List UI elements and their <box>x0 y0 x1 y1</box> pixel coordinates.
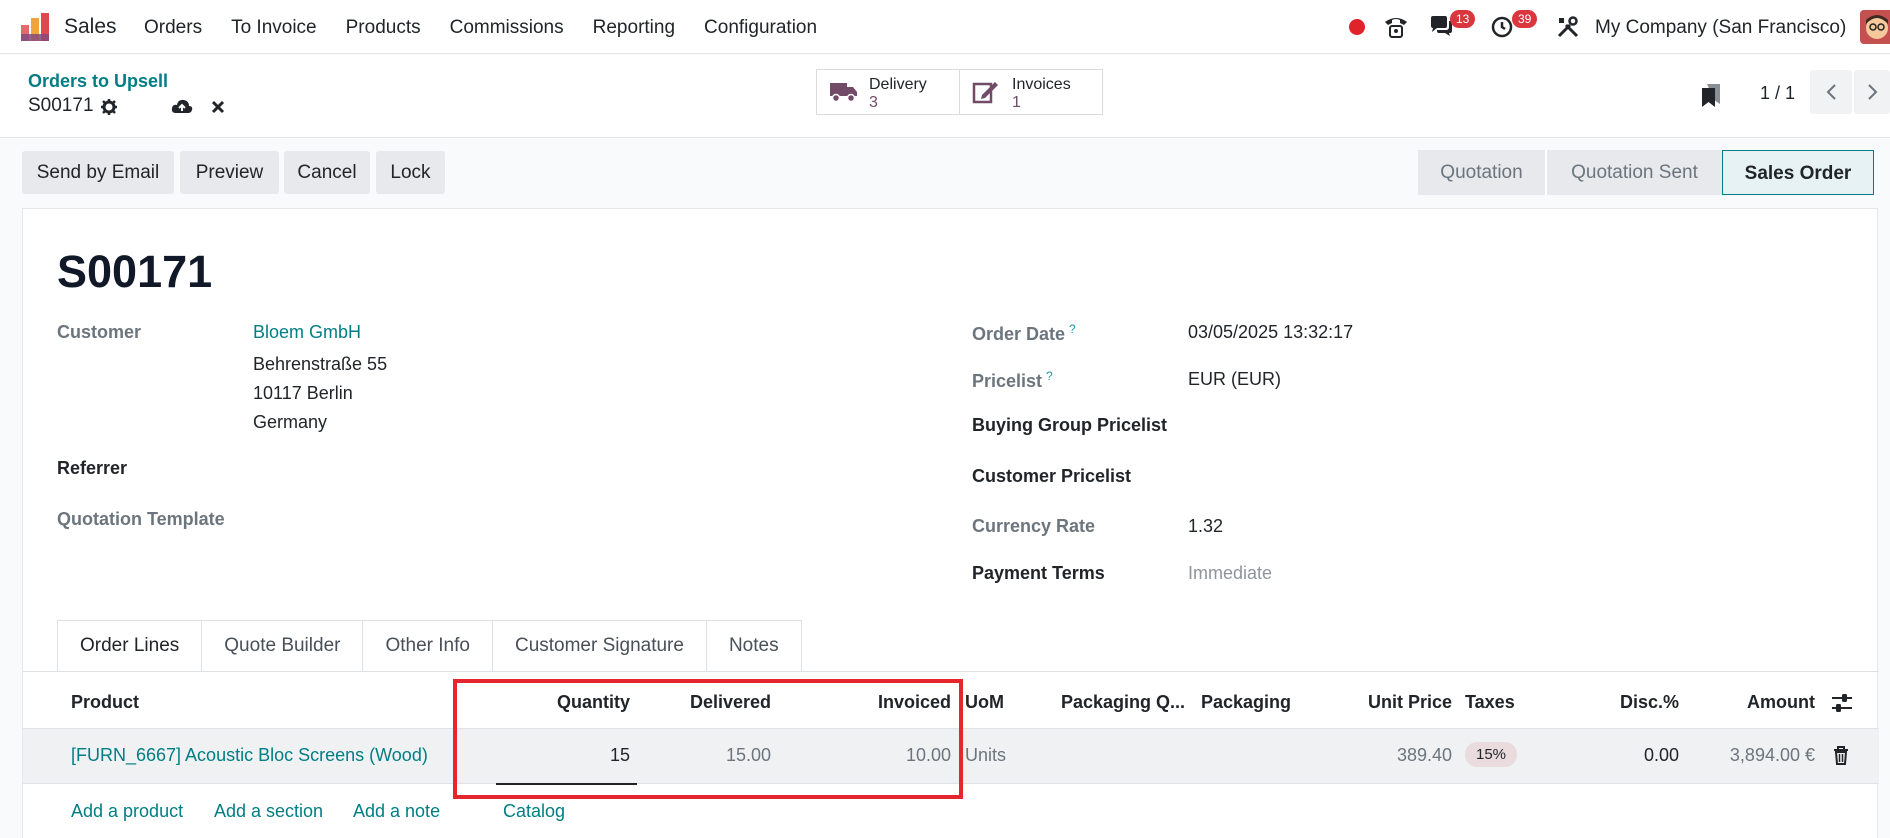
menu-to-invoice[interactable]: To Invoice <box>231 17 317 39</box>
menu-orders[interactable]: Orders <box>144 17 202 39</box>
user-avatar-icon <box>1860 10 1890 44</box>
address-line-3: Germany <box>253 412 328 432</box>
add-section-link[interactable]: Add a section <box>214 801 323 822</box>
optional-columns-icon[interactable] <box>1831 693 1853 713</box>
col-uom[interactable]: UoM <box>965 692 1004 713</box>
preview-button[interactable]: Preview <box>180 151 279 194</box>
main-menu: Orders To Invoice Products Commissions R… <box>144 17 846 39</box>
menu-products[interactable]: Products <box>346 17 421 39</box>
sales-app-logo-icon[interactable] <box>20 12 50 42</box>
row-unit-price[interactable]: 389.40 <box>1323 745 1452 766</box>
quotation-template-label: Quotation Template <box>57 509 225 529</box>
tab-notes[interactable]: Notes <box>706 620 802 672</box>
phone-icon[interactable] <box>1383 14 1409 40</box>
pager-next-button[interactable] <box>1854 70 1890 114</box>
payment-terms-label: Payment Terms <box>972 563 1105 583</box>
tab-divider <box>23 671 1879 672</box>
pager-previous-button[interactable] <box>1810 70 1852 114</box>
tax-tag[interactable]: 15% <box>1465 742 1518 767</box>
activities-button[interactable]: 39 <box>1490 10 1538 42</box>
order-date-field[interactable]: 03/05/2025 13:32:17 <box>1188 322 1353 343</box>
customer-pricelist-label: Customer Pricelist <box>972 466 1132 486</box>
delivery-smart-button[interactable]: Delivery 3 <box>816 69 960 115</box>
col-taxes[interactable]: Taxes <box>1465 692 1515 713</box>
add-product-link[interactable]: Add a product <box>71 801 183 822</box>
app-name[interactable]: Sales <box>64 15 117 39</box>
cloud-upload-icon[interactable] <box>171 98 193 116</box>
invoices-label: Invoices <box>1012 76 1071 93</box>
highlight-annotation-box <box>453 679 963 799</box>
col-packaging-qty[interactable]: Packaging Q... <box>1061 692 1185 713</box>
col-product[interactable]: Product <box>71 692 139 713</box>
user-avatar[interactable] <box>1860 10 1890 44</box>
pager-value[interactable]: 1 / 1 <box>1760 83 1795 104</box>
menu-reporting[interactable]: Reporting <box>593 17 675 39</box>
help-icon[interactable]: ? <box>1069 322 1076 336</box>
pricelist-label: Pricelist? <box>972 369 1053 391</box>
row-product[interactable]: [FURN_6667] Acoustic Bloc Screens (Wood) <box>71 745 428 766</box>
notebook-tabs: Order Lines Quote Builder Other Info Cus… <box>57 620 802 672</box>
help-icon[interactable]: ? <box>1046 369 1053 383</box>
col-unit-price[interactable]: Unit Price <box>1323 692 1452 713</box>
tab-quote-builder[interactable]: Quote Builder <box>202 620 364 672</box>
tab-order-lines[interactable]: Order Lines <box>57 620 203 672</box>
clock-icon <box>1491 16 1513 38</box>
col-discount[interactable]: Disc.% <box>1583 692 1679 713</box>
customer-label: Customer <box>57 322 142 342</box>
col-amount[interactable]: Amount <box>1703 692 1815 713</box>
messages-badge: 13 <box>1450 10 1476 28</box>
delivery-count: 3 <box>869 94 878 111</box>
tab-other-info[interactable]: Other Info <box>363 620 493 672</box>
status-bar: Quotation Quotation Sent Sales Order <box>1418 150 1874 195</box>
menu-configuration[interactable]: Configuration <box>704 17 817 39</box>
referrer-label: Referrer <box>57 458 128 478</box>
stage-sales-order[interactable]: Sales Order <box>1722 150 1874 195</box>
recording-dot-icon[interactable] <box>1348 18 1366 36</box>
delivery-label: Delivery <box>869 76 927 93</box>
top-navbar: Sales Orders To Invoice Products Commiss… <box>0 0 1890 54</box>
chevron-right-icon <box>1868 84 1878 100</box>
messages-button[interactable]: 13 <box>1428 10 1476 42</box>
breadcrumb-parent[interactable]: Orders to Upsell <box>28 71 168 92</box>
tab-customer-signature[interactable]: Customer Signature <box>492 620 707 672</box>
currency-rate-field[interactable]: 1.32 <box>1188 516 1223 537</box>
customer-field[interactable]: Bloem GmbH <box>253 322 361 343</box>
row-discount[interactable]: 0.00 <box>1583 745 1679 766</box>
company-switcher[interactable]: My Company (San Francisco) <box>1595 17 1846 39</box>
invoices-smart-button[interactable]: Invoices 1 <box>959 69 1103 115</box>
bookmark-icon[interactable] <box>1700 82 1722 108</box>
edit-invoice-icon <box>972 82 998 104</box>
control-panel: Orders to Upsell S00171 Delivery 3 Invoi… <box>0 55 1890 138</box>
order-date-label: Order Date? <box>972 322 1076 344</box>
add-note-link[interactable]: Add a note <box>353 801 440 822</box>
truck-icon <box>830 83 857 103</box>
catalog-link[interactable]: Catalog <box>503 801 565 822</box>
col-packaging[interactable]: Packaging <box>1201 692 1291 713</box>
trash-icon[interactable] <box>1833 746 1849 765</box>
stage-quotation-sent[interactable]: Quotation Sent <box>1545 150 1722 195</box>
pricelist-field[interactable]: EUR (EUR) <box>1188 369 1281 390</box>
menu-commissions[interactable]: Commissions <box>450 17 564 39</box>
send-by-email-button[interactable]: Send by Email <box>22 151 174 194</box>
breadcrumb-current: S00171 <box>28 95 94 116</box>
chevron-left-icon <box>1826 84 1836 100</box>
close-icon[interactable] <box>211 100 225 114</box>
currency-rate-label: Currency Rate <box>972 516 1096 536</box>
cancel-button[interactable]: Cancel <box>284 151 370 194</box>
invoices-count: 1 <box>1012 94 1021 111</box>
address-line-1: Behrenstraße 55 <box>253 354 388 374</box>
lock-button[interactable]: Lock <box>376 151 445 194</box>
payment-terms-field[interactable]: Immediate <box>1188 563 1272 584</box>
order-title: S00171 <box>57 246 213 297</box>
stage-quotation[interactable]: Quotation <box>1418 150 1545 195</box>
row-uom[interactable]: Units <box>965 745 1006 766</box>
gear-icon[interactable] <box>100 98 118 116</box>
activities-badge: 39 <box>1512 10 1538 28</box>
row-amount: 3,894.00 € <box>1729 745 1815 765</box>
buying-group-pricelist-label: Buying Group Pricelist <box>972 415 1168 435</box>
address-line-2: 10117 Berlin <box>253 383 353 403</box>
tools-icon[interactable] <box>1556 15 1580 39</box>
